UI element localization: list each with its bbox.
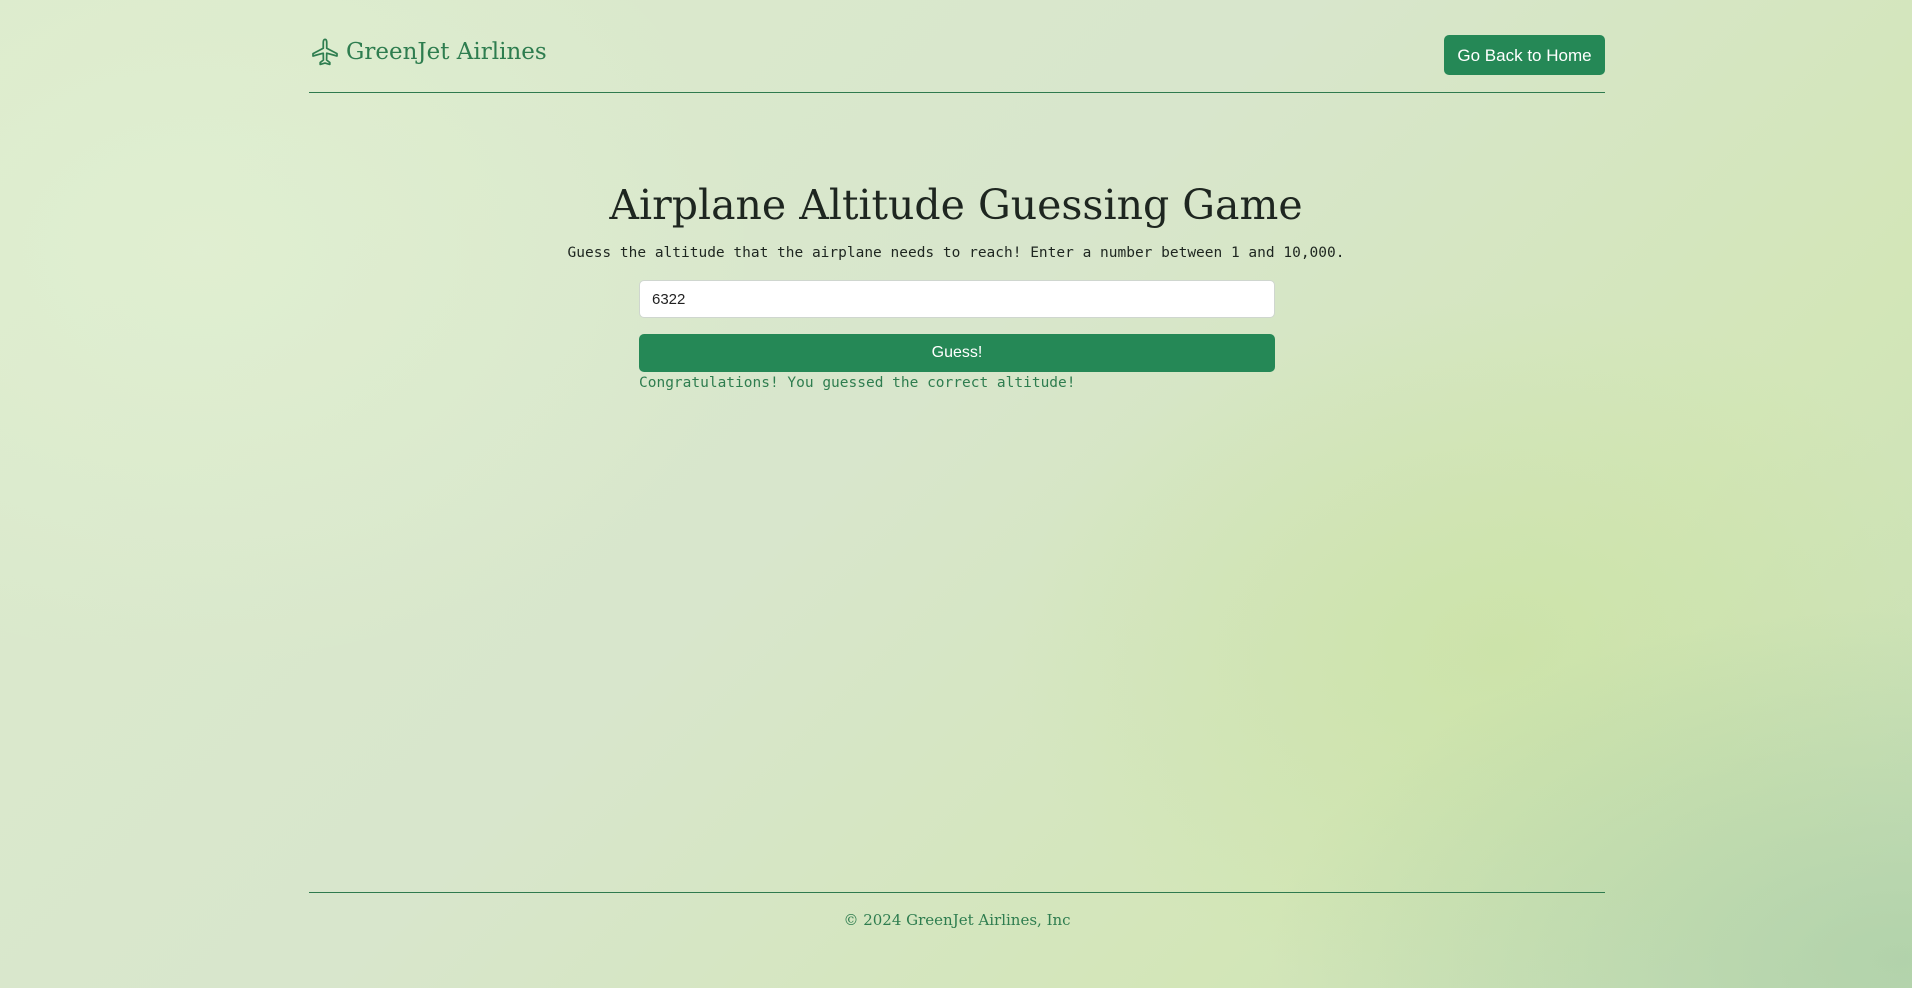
- guess-button[interactable]: Guess!: [639, 334, 1275, 372]
- page-title: Airplane Altitude Guessing Game: [609, 181, 1303, 229]
- site-footer: © 2024 GreenJet Airlines, Inc: [309, 892, 1605, 929]
- result-message: Congratulations! You guessed the correct…: [639, 375, 1076, 391]
- site-header: GreenJet Airlines Go Back to Home: [309, 0, 1605, 93]
- go-back-home-button[interactable]: Go Back to Home: [1444, 35, 1605, 75]
- copyright-text: © 2024 GreenJet Airlines, Inc: [843, 911, 1071, 929]
- game-instructions: Guess the altitude that the airplane nee…: [567, 245, 1345, 261]
- brand-name: GreenJet Airlines: [346, 39, 547, 65]
- airplane-icon: [309, 36, 341, 68]
- altitude-input[interactable]: [639, 280, 1275, 318]
- brand-logo[interactable]: GreenJet Airlines: [309, 36, 547, 68]
- game-section: Airplane Altitude Guessing Game Guess th…: [0, 175, 1912, 261]
